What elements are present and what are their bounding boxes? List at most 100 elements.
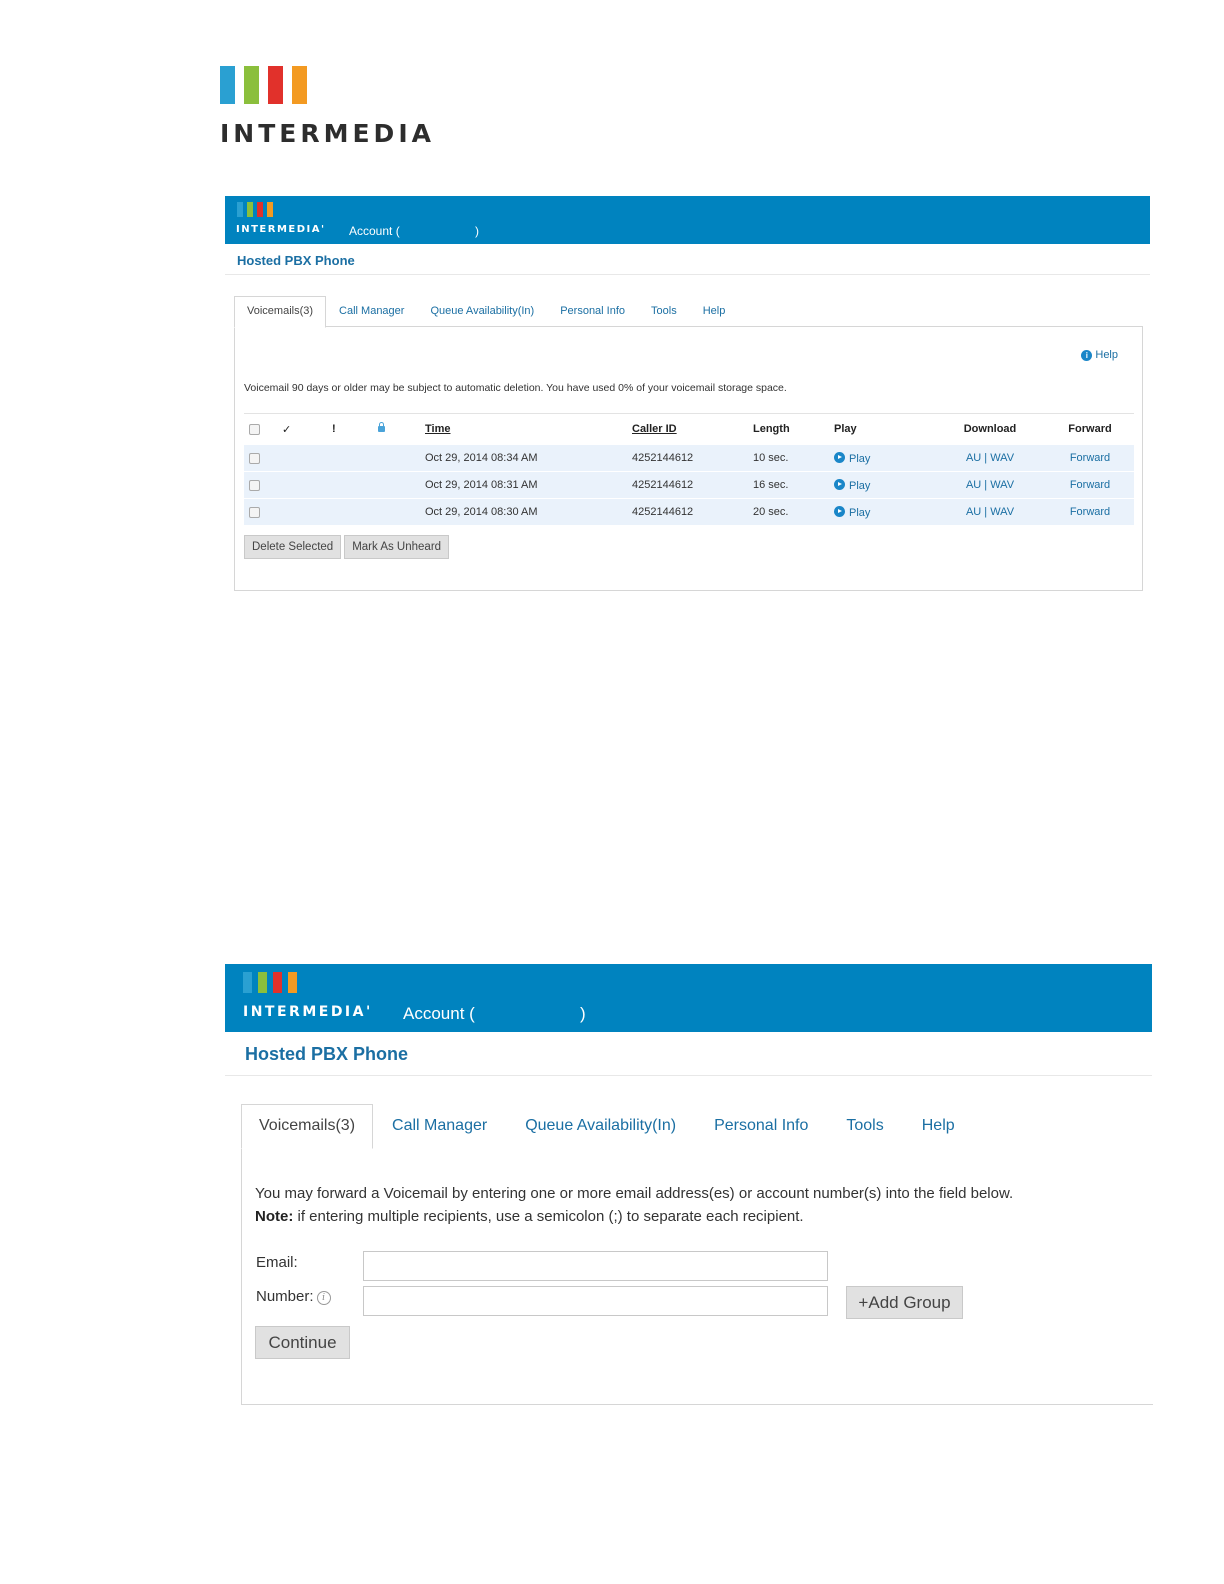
- logo-bars: [220, 66, 430, 104]
- download-au-link[interactable]: AU: [966, 506, 981, 518]
- row-forward-cell: Forward: [1046, 498, 1134, 525]
- col-caller-id[interactable]: Caller ID: [632, 413, 753, 445]
- tab-bar: Voicemails(3) Call Manager Queue Availab…: [234, 296, 739, 328]
- forward-link[interactable]: Forward: [1070, 506, 1110, 518]
- continue-button[interactable]: Continue: [255, 1326, 350, 1359]
- play-link[interactable]: Play: [834, 478, 871, 492]
- row-checkbox[interactable]: [249, 479, 260, 491]
- table-row: Oct 29, 2014 08:30 AM 4252144612 20 sec.…: [244, 498, 1134, 525]
- col-download: Download: [934, 413, 1046, 445]
- row-lock-cell: [378, 444, 425, 472]
- row-lock-cell: [378, 471, 425, 499]
- download-au-link[interactable]: AU: [966, 452, 981, 464]
- logo-bar-red: [268, 66, 283, 104]
- tab-call-manager[interactable]: Call Manager: [326, 297, 417, 327]
- table-row: Oct 29, 2014 08:34 AM 4252144612 10 sec.…: [244, 444, 1134, 472]
- forward-panel: You may forward a Voicemail by entering …: [241, 1148, 1153, 1405]
- select-all-checkbox[interactable]: [249, 423, 260, 435]
- row-length: 20 sec.: [753, 498, 834, 525]
- row-forward-cell: Forward: [1046, 444, 1134, 472]
- row-heard-cell: [282, 471, 332, 499]
- tab-voicemails[interactable]: Voicemails(3): [241, 1104, 374, 1149]
- account-label: Account (: [403, 1004, 475, 1023]
- col-forward: Forward: [1046, 413, 1134, 445]
- header-brand: INTERMEDIA': [243, 1004, 373, 1020]
- row-checkbox[interactable]: [249, 452, 260, 464]
- forward-instructions: You may forward a Voicemail by entering …: [255, 1182, 1013, 1228]
- header-bar: INTERMEDIA' Account ( ): [225, 196, 1150, 244]
- forward-link[interactable]: Forward: [1070, 479, 1110, 491]
- col-urgent[interactable]: !: [332, 413, 378, 445]
- email-field[interactable]: [363, 1251, 828, 1281]
- play-label: Play: [849, 479, 871, 492]
- forward-link[interactable]: Forward: [1070, 452, 1110, 464]
- row-length: 10 sec.: [753, 444, 834, 472]
- row-heard-cell: [282, 498, 332, 525]
- row-lock-cell: [378, 498, 425, 525]
- row-caller-id: 4252144612: [632, 471, 753, 499]
- note-label: Note:: [255, 1208, 294, 1225]
- header-bar-blue: [243, 972, 252, 993]
- mark-unheard-button[interactable]: Mark As Unheard: [344, 535, 450, 559]
- help-link-label[interactable]: Help: [1095, 349, 1118, 361]
- row-select-cell: [244, 498, 282, 525]
- tab-call-manager[interactable]: Call Manager: [373, 1105, 506, 1148]
- row-length: 16 sec.: [753, 471, 834, 499]
- tab-queue-availability[interactable]: Queue Availability(In): [506, 1105, 695, 1148]
- col-length: Length: [753, 413, 834, 445]
- play-link[interactable]: Play: [834, 451, 870, 465]
- account-close-paren: ): [580, 1004, 586, 1023]
- add-group-button[interactable]: +Add Group: [846, 1286, 963, 1319]
- tab-tools[interactable]: Tools: [638, 297, 690, 327]
- download-divider: |: [984, 452, 988, 464]
- voicemail-list-screen: INTERMEDIA' Account ( ) Hosted PBX Phone…: [225, 196, 1150, 592]
- header-bar-red: [273, 972, 282, 993]
- col-time[interactable]: Time: [425, 413, 632, 445]
- tab-queue-availability[interactable]: Queue Availability(In): [417, 297, 547, 327]
- help-link[interactable]: i Help: [1081, 349, 1118, 361]
- header-bar-green: [258, 972, 267, 993]
- tab-help[interactable]: Help: [690, 297, 739, 327]
- row-urgent-cell: [332, 444, 378, 472]
- logo-wordmark: INTERMEDIA: [220, 119, 435, 148]
- download-wav-link[interactable]: WAV: [990, 506, 1014, 518]
- download-divider: |: [984, 506, 988, 518]
- play-link[interactable]: Play: [834, 505, 870, 519]
- header-bar: INTERMEDIA' Account ( ): [225, 964, 1152, 1032]
- header-bar-orange: [267, 202, 273, 217]
- forward-voicemail-screen: INTERMEDIA' Account ( ) Hosted PBX Phone…: [225, 964, 1153, 1406]
- row-checkbox[interactable]: [249, 506, 260, 518]
- intermedia-logo: INTERMEDIA: [220, 66, 435, 156]
- tab-voicemails[interactable]: Voicemails(3): [234, 296, 327, 328]
- col-lock[interactable]: [378, 413, 425, 445]
- action-buttons: Delete Selected Mark As Unheard: [244, 535, 450, 559]
- number-label: Number:: [256, 1288, 314, 1305]
- download-wav-link[interactable]: WAV: [990, 452, 1014, 464]
- tab-help[interactable]: Help: [903, 1105, 974, 1148]
- col-play: Play: [834, 413, 934, 445]
- tab-personal-info[interactable]: Personal Info: [547, 297, 638, 327]
- header-bar-green: [247, 202, 253, 217]
- play-icon: [834, 451, 845, 463]
- logo-bar-green: [244, 66, 259, 104]
- tab-tools[interactable]: Tools: [827, 1105, 902, 1148]
- account-label: Account (: [349, 224, 400, 238]
- tab-personal-info[interactable]: Personal Info: [695, 1105, 827, 1148]
- email-label: Email:: [256, 1254, 298, 1271]
- row-forward-cell: Forward: [1046, 471, 1134, 499]
- col-heard[interactable]: ✓: [282, 413, 332, 445]
- number-field[interactable]: [363, 1286, 828, 1316]
- account-close-paren: ): [475, 224, 479, 238]
- divider: [225, 1075, 1152, 1076]
- download-au-link[interactable]: AU: [966, 479, 981, 491]
- number-info-icon[interactable]: i: [316, 1291, 331, 1305]
- row-select-cell: [244, 471, 282, 499]
- row-time: Oct 29, 2014 08:34 AM: [425, 444, 632, 472]
- row-time: Oct 29, 2014 08:31 AM: [425, 471, 632, 499]
- note-text: if entering multiple recipients, use a s…: [293, 1208, 804, 1225]
- download-wav-link[interactable]: WAV: [990, 479, 1014, 491]
- header-bar-orange: [288, 972, 297, 993]
- delete-selected-button[interactable]: Delete Selected: [244, 535, 342, 559]
- section-title: Hosted PBX Phone: [237, 253, 355, 268]
- tab-bar: Voicemails(3) Call Manager Queue Availab…: [241, 1104, 1152, 1149]
